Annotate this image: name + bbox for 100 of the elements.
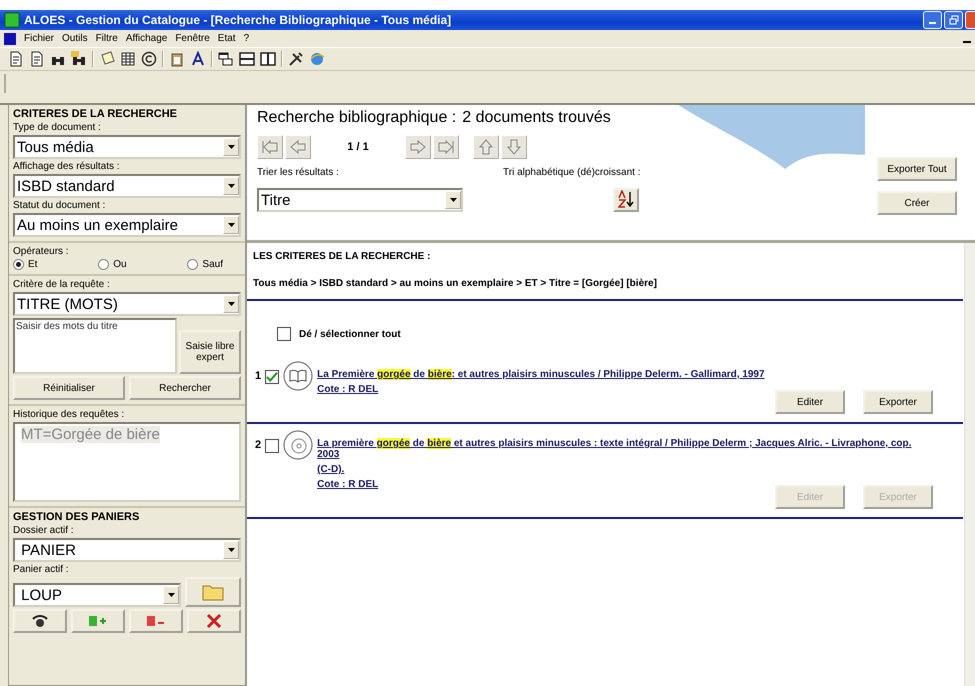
eye-button[interactable] <box>13 609 67 633</box>
notepad-icon[interactable] <box>99 51 115 67</box>
left-arrow-icon <box>289 140 307 154</box>
plus-icon <box>88 614 108 628</box>
first-arrow-icon <box>261 140 279 154</box>
query-field[interactable]: Saisir des mots du titre <box>13 318 177 374</box>
create-button[interactable]: Créer <box>877 191 957 215</box>
book-icon <box>283 361 314 391</box>
menu-item[interactable]: Fichier <box>24 33 54 44</box>
caret-icon <box>228 184 234 188</box>
result-checkbox[interactable] <box>265 439 280 453</box>
action-button[interactable]: Réinitialiser <box>13 376 125 400</box>
next-page-button[interactable] <box>405 135 431 159</box>
tools-icon[interactable] <box>288 51 304 67</box>
result-action-button[interactable]: Exporter <box>863 390 933 414</box>
last-arrow-icon <box>437 140 455 154</box>
window-title: ALOES - Gestion du Catalogue - [Recherche Bibliographique - Tous média] <box>24 13 452 27</box>
app-icon <box>4 12 20 28</box>
action-button[interactable]: Rechercher <box>129 376 241 400</box>
menu-item[interactable]: Fenêtre <box>175 33 210 44</box>
page-indicator: 1 / 1 <box>346 141 370 153</box>
clipboard-icon[interactable] <box>169 51 185 67</box>
caret-icon <box>450 198 456 202</box>
eye-icon <box>32 614 48 628</box>
page-icon[interactable] <box>29 51 45 67</box>
letter-icon[interactable] <box>190 51 206 67</box>
dropdown[interactable]: TITRE (MOTS) <box>13 292 241 316</box>
caret-icon <box>228 548 234 552</box>
caret-icon <box>168 593 174 597</box>
document-icon[interactable] <box>8 51 24 67</box>
dropdown[interactable]: Tous média <box>13 135 241 159</box>
dropdown[interactable]: Au moins un exemplaire <box>13 213 241 237</box>
dropdown[interactable]: PANIER <box>13 538 241 562</box>
restore-button[interactable] <box>944 11 963 29</box>
dropdown[interactable]: ISBD standard <box>13 174 241 198</box>
menu-item[interactable]: Affichage <box>126 33 168 44</box>
radio-option[interactable]: Sauf <box>187 259 223 270</box>
criteria-path: Tous média > ISBD standard > au moins un exemplaire > ET > Titre = [Gorgée] [bière] <box>253 278 658 289</box>
criteria-title: LES CRITERES DE LA RECHERCHE : <box>253 251 432 262</box>
restore-icon <box>948 15 958 25</box>
field-label: Tri alphabétique (dé)croissant : <box>503 167 640 178</box>
page-heading: Recherche bibliographique : <box>257 109 456 127</box>
up-button[interactable] <box>473 135 499 159</box>
result-title-link[interactable]: La Première gorgée de bière: et autres plaisirs minuscules / Philippe Delerm. - Gallimard, 1997 <box>317 369 933 380</box>
right-arrow-icon <box>409 140 427 154</box>
field-label: Statut du document : <box>13 200 106 211</box>
previous-page-button[interactable] <box>285 135 311 159</box>
radio-option[interactable]: Ou <box>98 259 127 270</box>
globe-icon[interactable] <box>309 51 325 67</box>
document-window-icon <box>4 32 16 44</box>
copyright-icon[interactable] <box>141 51 157 67</box>
check-icon <box>266 371 278 383</box>
result-checkbox[interactable] <box>265 370 280 384</box>
first-page-button[interactable] <box>257 135 283 159</box>
dropdown[interactable]: LOUP <box>13 583 181 607</box>
shelfmark-link[interactable]: Cote : R DEL <box>317 384 378 395</box>
close-button[interactable] <box>965 11 975 29</box>
select-all-checkbox[interactable]: Dé / sélectionner tout <box>247 301 963 355</box>
cross-icon <box>206 613 222 629</box>
export-all-button[interactable]: Exporter Tout <box>877 157 957 181</box>
field-label: Affichage des résultats : <box>13 161 121 172</box>
remove-from-basket-button[interactable] <box>129 609 183 633</box>
field-label: Historique des requêtes : <box>13 409 126 420</box>
sort-order-button[interactable] <box>613 188 639 212</box>
field-label: Type de document : <box>13 122 102 133</box>
disc-icon <box>283 430 314 460</box>
down-button[interactable] <box>501 135 527 159</box>
radio-option[interactable]: Et <box>13 259 38 270</box>
menu-item[interactable]: Outils <box>62 33 88 44</box>
up-arrow-icon <box>479 138 493 156</box>
minimize-button[interactable] <box>923 11 942 29</box>
sort-icon <box>618 190 634 208</box>
result-count: 2 documents trouvés <box>462 109 611 127</box>
windows-icon[interactable] <box>218 51 234 67</box>
field-label: Panier actif : <box>13 564 70 575</box>
field-label: Dossier actif : <box>13 525 75 536</box>
folder-button[interactable] <box>185 577 241 607</box>
menu-item[interactable]: Filtre <box>96 33 118 44</box>
field-label: Trier les résultats : <box>257 167 340 178</box>
expert-button[interactable]: Saisie libre expert <box>179 330 241 374</box>
menu-item[interactable]: Etat <box>218 33 236 44</box>
grid-icon[interactable] <box>120 51 136 67</box>
shelfmark-link[interactable]: Cote : R DEL <box>317 479 378 490</box>
result-number: 1 <box>255 370 262 382</box>
menu-item[interactable]: ? <box>244 33 250 44</box>
vertical-split-icon[interactable] <box>260 51 276 67</box>
result-detail-link[interactable]: (C-D). <box>317 464 933 475</box>
field-label: Opérateurs : <box>13 246 70 257</box>
section-title: CRITERES DE LA RECHERCHE <box>13 108 178 120</box>
delete-button[interactable] <box>187 609 241 633</box>
scrollbar[interactable] <box>964 243 975 686</box>
field-label: Critère de la requête : <box>13 279 111 290</box>
sort-dropdown[interactable]: Titre <box>257 188 463 212</box>
folder-icon <box>202 583 224 601</box>
last-page-button[interactable] <box>433 135 459 159</box>
result-action-button[interactable]: Editer <box>775 390 845 414</box>
caret-icon <box>228 145 234 149</box>
horizontal-split-icon[interactable] <box>239 51 255 67</box>
result-title-link[interactable]: La première gorgée de bière et autres plaisirs minuscules : texte intégral / Philippe Delerm ; Jacques Alric. - Livraphone, cop. 2003 <box>317 438 933 460</box>
section-title: GESTION DES PANIERS <box>13 511 140 523</box>
